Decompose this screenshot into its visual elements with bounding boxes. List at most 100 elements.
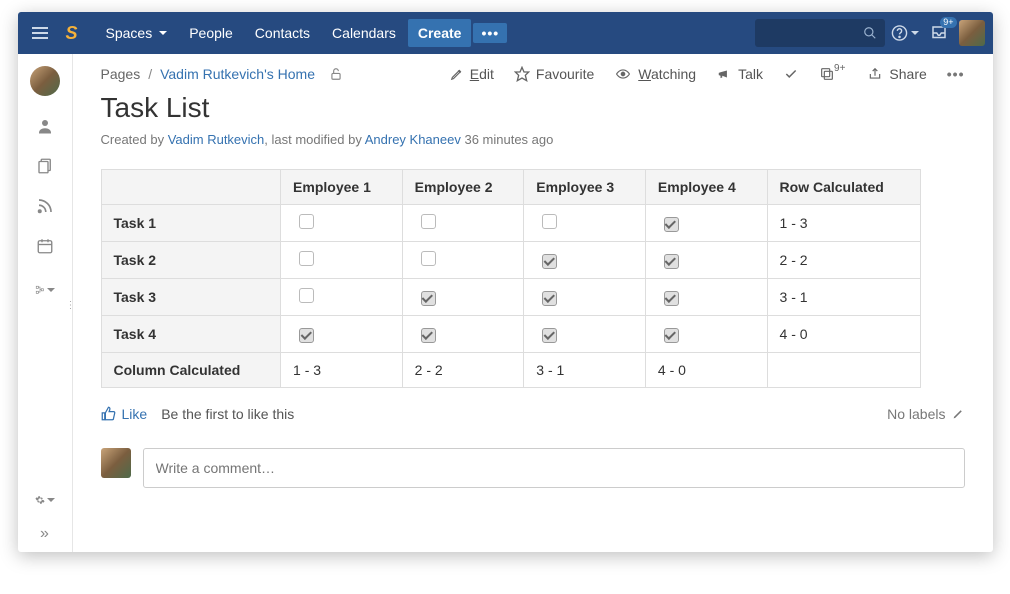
action-label: Edit [470, 66, 494, 82]
space-avatar[interactable] [30, 66, 60, 96]
pencil-icon [450, 67, 464, 81]
comment-row [101, 448, 965, 488]
edit-button[interactable]: Edit [450, 66, 494, 82]
labels-area[interactable]: No labels [887, 406, 964, 422]
row-calc: 4 - 0 [767, 316, 920, 353]
checkbox[interactable] [299, 251, 314, 266]
checkbox-cell [645, 205, 767, 242]
table-footer-row: Column Calculated1 - 32 - 23 - 14 - 0 [101, 352, 920, 387]
talk-button[interactable]: Talk [716, 66, 763, 82]
footer-cell: 3 - 1 [524, 352, 646, 387]
nav-label: Create [418, 25, 462, 41]
footer-header: Column Calculated [101, 352, 281, 387]
checkbox-cell [281, 242, 403, 279]
resize-handle[interactable]: ⋮ [66, 304, 75, 307]
checkbox-cell [281, 279, 403, 316]
checkbox[interactable] [664, 328, 679, 343]
app-logo[interactable]: S [58, 19, 86, 47]
breadcrumb-row: Pages / Vadim Rutkevich's Home Edit Favo… [101, 66, 965, 82]
checkbox[interactable] [421, 328, 436, 343]
copy-button[interactable]: 9+ [819, 66, 847, 82]
checkbox[interactable] [664, 291, 679, 306]
create-button[interactable]: Create [408, 19, 472, 47]
favourite-button[interactable]: Favourite [514, 66, 594, 82]
star-icon [514, 66, 530, 82]
notifications-button[interactable]: 9+ [925, 19, 953, 47]
help-button[interactable] [891, 19, 919, 47]
table-row: Task 33 - 1 [101, 279, 920, 316]
like-row: Like Be the first to like this No labels [101, 406, 965, 422]
nav-contacts[interactable]: Contacts [245, 19, 320, 47]
col-header: Employee 2 [402, 170, 524, 205]
meta-suffix: 36 minutes ago [461, 132, 554, 147]
footer-cell [767, 352, 920, 387]
chevron-down-icon [159, 31, 167, 35]
tree-icon[interactable] [35, 280, 55, 300]
chevron-down-icon [47, 498, 55, 502]
user-avatar[interactable] [959, 20, 985, 46]
settings-icon[interactable] [35, 490, 55, 510]
pages-icon[interactable] [35, 156, 55, 176]
calendar-icon[interactable] [35, 236, 55, 256]
breadcrumb-root: Pages [101, 66, 141, 82]
checkbox-cell [645, 316, 767, 353]
search-input[interactable] [755, 19, 885, 47]
checkbox-cell [281, 316, 403, 353]
row-calc: 1 - 3 [767, 205, 920, 242]
checkbox[interactable] [664, 217, 679, 232]
copy-icon [819, 66, 835, 82]
share-button[interactable]: Share [867, 66, 926, 82]
creator-link[interactable]: Vadim Rutkevich [168, 132, 265, 147]
meta-mid: , last modified by [264, 132, 364, 147]
checkbox[interactable] [299, 328, 314, 343]
more-button[interactable]: ••• [473, 23, 507, 43]
thumbs-up-icon [101, 406, 116, 421]
checkbox[interactable] [299, 288, 314, 303]
comment-avatar [101, 448, 131, 478]
checkbox[interactable] [421, 251, 436, 266]
collapse-icon[interactable]: » [35, 524, 55, 544]
meta-prefix: Created by [101, 132, 168, 147]
checkbox[interactable] [542, 214, 557, 229]
row-header: Task 3 [101, 279, 281, 316]
more-actions[interactable]: ••• [947, 66, 965, 82]
nav-calendars[interactable]: Calendars [322, 19, 406, 47]
breadcrumb-link[interactable]: Vadim Rutkevich's Home [160, 66, 315, 82]
rss-icon[interactable] [35, 196, 55, 216]
checkbox[interactable] [421, 214, 436, 229]
checkbox[interactable] [542, 291, 557, 306]
table-row: Task 2 2 - 2 [101, 242, 920, 279]
comment-input[interactable] [143, 448, 965, 488]
row-header: Task 2 [101, 242, 281, 279]
hamburger-icon[interactable] [26, 27, 54, 39]
action-label: Watching [638, 66, 696, 82]
modifier-link[interactable]: Andrey Khaneev [365, 132, 461, 147]
row-calc: 2 - 2 [767, 242, 920, 279]
nav-people[interactable]: People [179, 19, 243, 47]
person-icon[interactable] [35, 116, 55, 136]
checkbox[interactable] [421, 291, 436, 306]
checkmark-button[interactable] [783, 67, 799, 81]
sidebar: ⋮ » [18, 54, 73, 552]
checkbox-cell [645, 242, 767, 279]
nav-spaces[interactable]: Spaces [96, 19, 178, 47]
col-header: Row Calculated [767, 170, 920, 205]
like-button[interactable]: Like [101, 406, 148, 422]
pencil-icon [952, 407, 965, 420]
checkbox[interactable] [542, 328, 557, 343]
chevron-down-icon [911, 31, 919, 35]
nolabels-text: No labels [887, 406, 945, 422]
share-icon [867, 67, 883, 81]
checkbox-cell [402, 242, 524, 279]
checkbox[interactable] [542, 254, 557, 269]
nav-label: Contacts [255, 25, 310, 41]
table-corner [101, 170, 281, 205]
watching-button[interactable]: Watching [614, 66, 696, 82]
footer-cell: 2 - 2 [402, 352, 524, 387]
checkbox[interactable] [299, 214, 314, 229]
checkbox-cell [402, 316, 524, 353]
unlock-icon[interactable] [329, 67, 343, 81]
breadcrumb: Pages / Vadim Rutkevich's Home [101, 66, 344, 82]
page-meta: Created by Vadim Rutkevich, last modifie… [101, 132, 965, 147]
checkbox[interactable] [664, 254, 679, 269]
